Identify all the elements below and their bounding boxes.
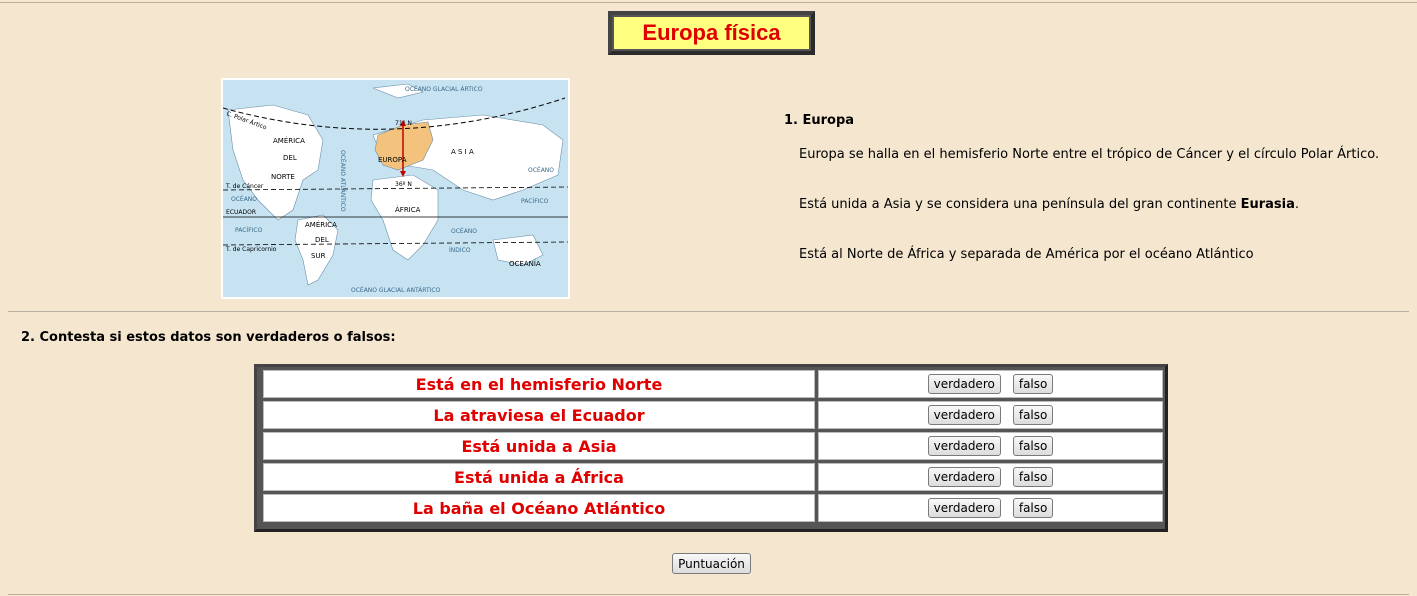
quiz-answer-cell: verdadero falso (818, 432, 1163, 460)
map-label-america-sur-2: DEL (315, 236, 329, 244)
quiz-answer-cell: verdadero falso (818, 370, 1163, 398)
true-button[interactable]: verdadero (927, 498, 1001, 518)
true-button[interactable]: verdadero (927, 374, 1001, 394)
map-label-america-norte-3: NORTE (271, 173, 295, 181)
quiz-question: Está en el hemisferio Norte (263, 370, 815, 398)
top-divider (0, 2, 1417, 3)
section1-p2-text: Está unida a Asia y se considera una pen… (799, 197, 1241, 212)
quiz-question: Está unida a Asia (263, 432, 815, 460)
true-button[interactable]: verdadero (927, 405, 1001, 425)
false-button[interactable]: falso (1012, 436, 1054, 456)
page-title-box: Europa física (608, 11, 815, 55)
map-label-oceania: OCEANÍA (509, 259, 541, 268)
map-label-71n: 71º N (395, 120, 412, 127)
true-button[interactable]: verdadero (927, 436, 1001, 456)
quiz-question: La baña el Océano Atlántico (263, 494, 815, 522)
map-label-tropico-cancer: T. de Cáncer (225, 183, 264, 190)
section1-p2-end: . (1294, 197, 1300, 212)
section1-p2-bold: Eurasia (1240, 197, 1295, 212)
map-label-america-sur-3: SUR (311, 252, 326, 260)
quiz-table: Está en el hemisferio Norte verdadero fa… (254, 364, 1168, 532)
map-label-oceano-atlantico: OCÉANO ATLÁNTICO (339, 150, 347, 212)
section1-paragraph-2: Está unida a Asia y se considera una pen… (799, 197, 1299, 212)
quiz-answer-cell: verdadero falso (818, 463, 1163, 491)
world-map: C. Polar Ártico OCÉANO GLACIAL ÁRTICO AM… (223, 80, 568, 297)
section1-heading: 1. Europa (784, 113, 855, 128)
false-button[interactable]: falso (1012, 405, 1054, 425)
map-label-ecuador: ECUADOR (226, 209, 256, 216)
map-label-pacifico-left: PACÍFICO (235, 227, 263, 234)
map-label-36n: 36º N (395, 181, 412, 188)
quiz-row: Está en el hemisferio Norte verdadero fa… (263, 370, 1163, 398)
false-button[interactable]: falso (1012, 467, 1054, 487)
quiz-question: Está unida a África (263, 463, 815, 491)
quiz-row: La baña el Océano Atlántico verdadero fa… (263, 494, 1163, 522)
map-label-oceano-glacial-antartico: OCÉANO GLACIAL ANTÁRTICO (351, 286, 441, 294)
score-button[interactable]: Puntuación (672, 553, 751, 574)
map-label-oceano-right: OCÉANO (528, 166, 554, 174)
quiz-row: La atraviesa el Ecuador verdadero falso (263, 401, 1163, 429)
map-label-asia: A S I A (451, 148, 474, 156)
middle-divider (8, 311, 1409, 312)
false-button[interactable]: falso (1012, 374, 1054, 394)
map-label-oceano-glacial-artico: OCÉANO GLACIAL ÁRTICO (405, 85, 483, 93)
bottom-divider (8, 594, 1409, 595)
map-label-america-norte-2: DEL (283, 154, 297, 162)
quiz-answer-cell: verdadero falso (818, 401, 1163, 429)
section1-paragraph-3: Está al Norte de África y separada de Am… (799, 247, 1254, 262)
map-label-tropico-capricornio: T. de Capricornio (225, 246, 277, 253)
map-label-america-sur-1: AMÉRICA (305, 220, 337, 229)
map-label-indico-1: OCÉANO (451, 227, 477, 235)
true-button[interactable]: verdadero (927, 467, 1001, 487)
false-button[interactable]: falso (1012, 498, 1054, 518)
map-label-indico-2: ÍNDICO (449, 247, 471, 254)
page-title: Europa física (614, 17, 809, 49)
map-label-america-norte-1: AMÉRICA (273, 136, 305, 145)
quiz-question: La atraviesa el Ecuador (263, 401, 815, 429)
quiz-row: Está unida a África verdadero falso (263, 463, 1163, 491)
quiz-row: Está unida a Asia verdadero falso (263, 432, 1163, 460)
map-label-oceano-left: OCÉANO (231, 195, 257, 203)
world-map-image: C. Polar Ártico OCÉANO GLACIAL ÁRTICO AM… (221, 78, 570, 299)
map-label-pacifico-right: PACÍFICO (521, 198, 549, 205)
map-label-europa: EUROPA (378, 156, 407, 164)
section2-heading: 2. Contesta si estos datos son verdadero… (21, 330, 396, 345)
quiz-answer-cell: verdadero falso (818, 494, 1163, 522)
section1-paragraph-1: Europa se halla en el hemisferio Norte e… (799, 147, 1380, 162)
map-label-africa: ÁFRICA (395, 205, 421, 214)
